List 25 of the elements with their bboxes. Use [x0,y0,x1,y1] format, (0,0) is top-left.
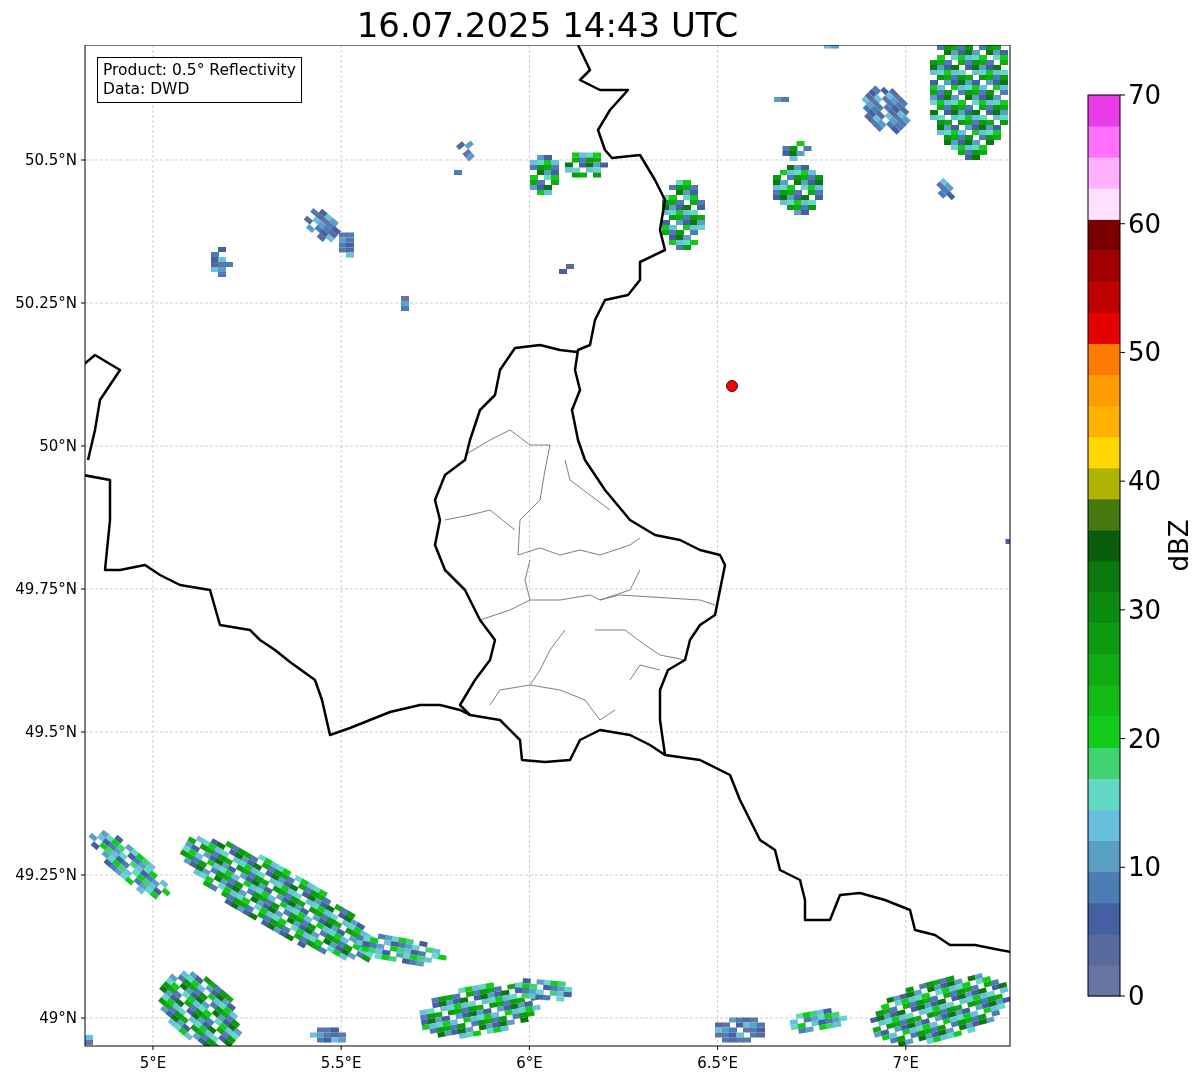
legend-text: Data: DWD [103,80,191,99]
longitude-label: 6.5°E [697,1054,738,1072]
legend-text: Product: 0.5° Reflectivity [103,61,296,80]
colorbar-tick-label: 30 [1128,594,1162,625]
colorbar-title: dBZ [1164,519,1194,572]
longitude-label: 5°E [139,1054,167,1072]
latitude-label: 50°N [39,437,77,455]
colorbar-tick-label: 10 [1128,852,1162,883]
latitude-label: 49.5°N [24,723,77,741]
chart-title: 16.07.2025 14:43 UTC [355,4,740,45]
colorbar-tick-label: 0 [1128,981,1145,1011]
longitude-label: 5.5°E [320,1054,362,1072]
latitude-label: 50.25°N [15,294,77,312]
longitude-label: 7°E [892,1054,920,1072]
latitude-label: 49.75°N [15,580,77,598]
colorbar-tick-label: 60 [1128,208,1162,239]
longitude-label: 6°E [516,1054,543,1072]
latitude-label: 49.25°N [15,866,77,884]
colorbar-tick-label: 70 [1128,80,1162,110]
location-marker [726,380,738,392]
colorbar-tick-label: 40 [1128,466,1162,497]
colorbar-tick-label: 20 [1128,723,1162,754]
latitude-label: 50.5°N [24,151,77,169]
colorbar-tick-label: 50 [1128,337,1162,368]
latitude-label: 49°N [39,1009,77,1027]
